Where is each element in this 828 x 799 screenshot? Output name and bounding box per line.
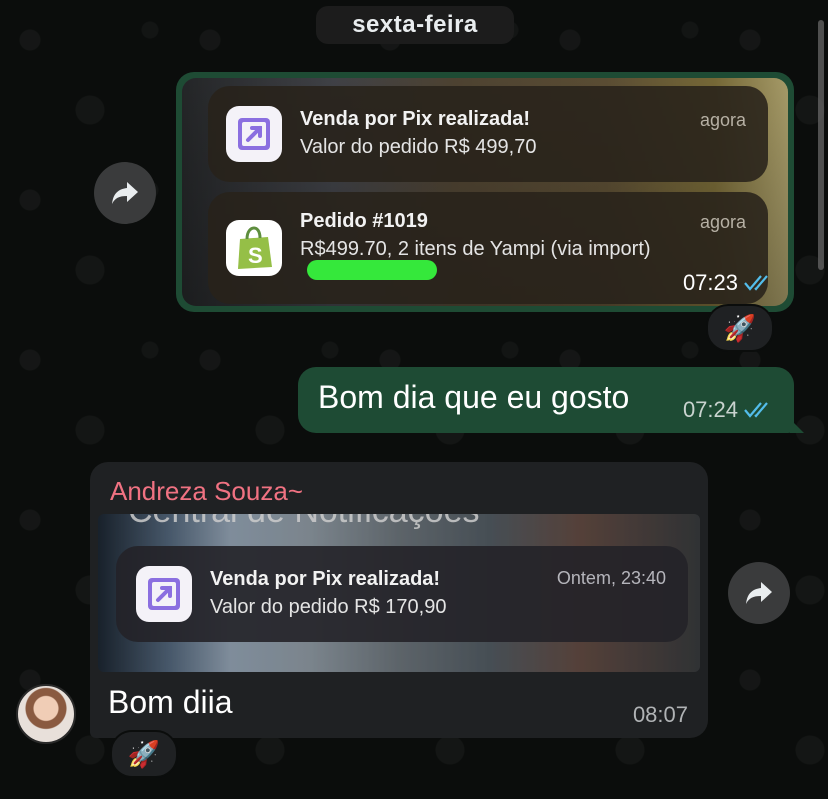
message-meta: 07:24	[683, 397, 772, 423]
pix-notification: Venda por Pix realizada! Valor do pedido…	[208, 86, 768, 182]
date-separator: sexta-feira	[316, 6, 514, 44]
outgoing-image-message[interactable]: Venda por Pix realizada! Valor do pedido…	[176, 72, 794, 312]
forward-icon	[746, 582, 772, 604]
double-check-icon	[744, 275, 768, 291]
bubble-tail	[790, 419, 804, 433]
message-time: 08:07	[632, 702, 688, 727]
pix-notification: Venda por Pix realizada! Valor do pedido…	[116, 546, 688, 642]
sender-name[interactable]: Andreza Souza~	[110, 476, 303, 507]
shopify-bag-icon: S	[226, 220, 282, 276]
message-meta: 07:23	[683, 270, 772, 296]
scrollbar[interactable]	[818, 20, 824, 270]
reaction-badge[interactable]: 🚀	[706, 304, 774, 352]
double-check-icon	[744, 402, 768, 418]
pix-arrow-icon	[226, 106, 282, 162]
message-text: Bom dia que eu gosto	[318, 379, 630, 415]
redaction-scribble	[307, 260, 437, 280]
notification-title: Venda por Pix realizada!	[210, 568, 441, 590]
reaction-badge[interactable]: 🚀	[110, 730, 178, 778]
rocket-icon: 🚀	[127, 738, 161, 769]
avatar[interactable]	[16, 684, 76, 744]
rocket-icon: 🚀	[723, 312, 757, 343]
notification-time: Ontem, 23:40	[556, 568, 666, 588]
incoming-message[interactable]: Andreza Souza~ Central de Notificações V…	[90, 462, 708, 738]
screenshot-image[interactable]: Central de Notificações Venda por Pix re…	[98, 514, 700, 672]
notification-title: Venda por Pix realizada!	[300, 108, 531, 130]
notification-body: Valor do pedido R$ 499,70	[300, 136, 537, 158]
message-time: 07:24	[682, 397, 738, 422]
pix-arrow-icon	[136, 566, 192, 622]
outgoing-text-message[interactable]: Bom dia que eu gosto 07:24	[298, 367, 804, 433]
notification-title: Pedido #1019	[300, 210, 428, 232]
forward-button[interactable]	[94, 162, 156, 224]
svg-text:S: S	[248, 243, 263, 268]
screenshot-image[interactable]: Venda por Pix realizada! Valor do pedido…	[182, 78, 788, 306]
notification-body: Valor do pedido R$ 170,90	[210, 596, 447, 618]
notification-time: agora	[699, 110, 746, 130]
message-time: 07:23	[682, 270, 738, 295]
forward-button[interactable]	[728, 562, 790, 624]
notification-time: agora	[699, 212, 746, 232]
forward-icon	[112, 182, 138, 204]
notification-body: R$499.70, 2 itens de Yampi (via import)	[300, 238, 651, 260]
message-text: Bom diia	[108, 684, 233, 720]
